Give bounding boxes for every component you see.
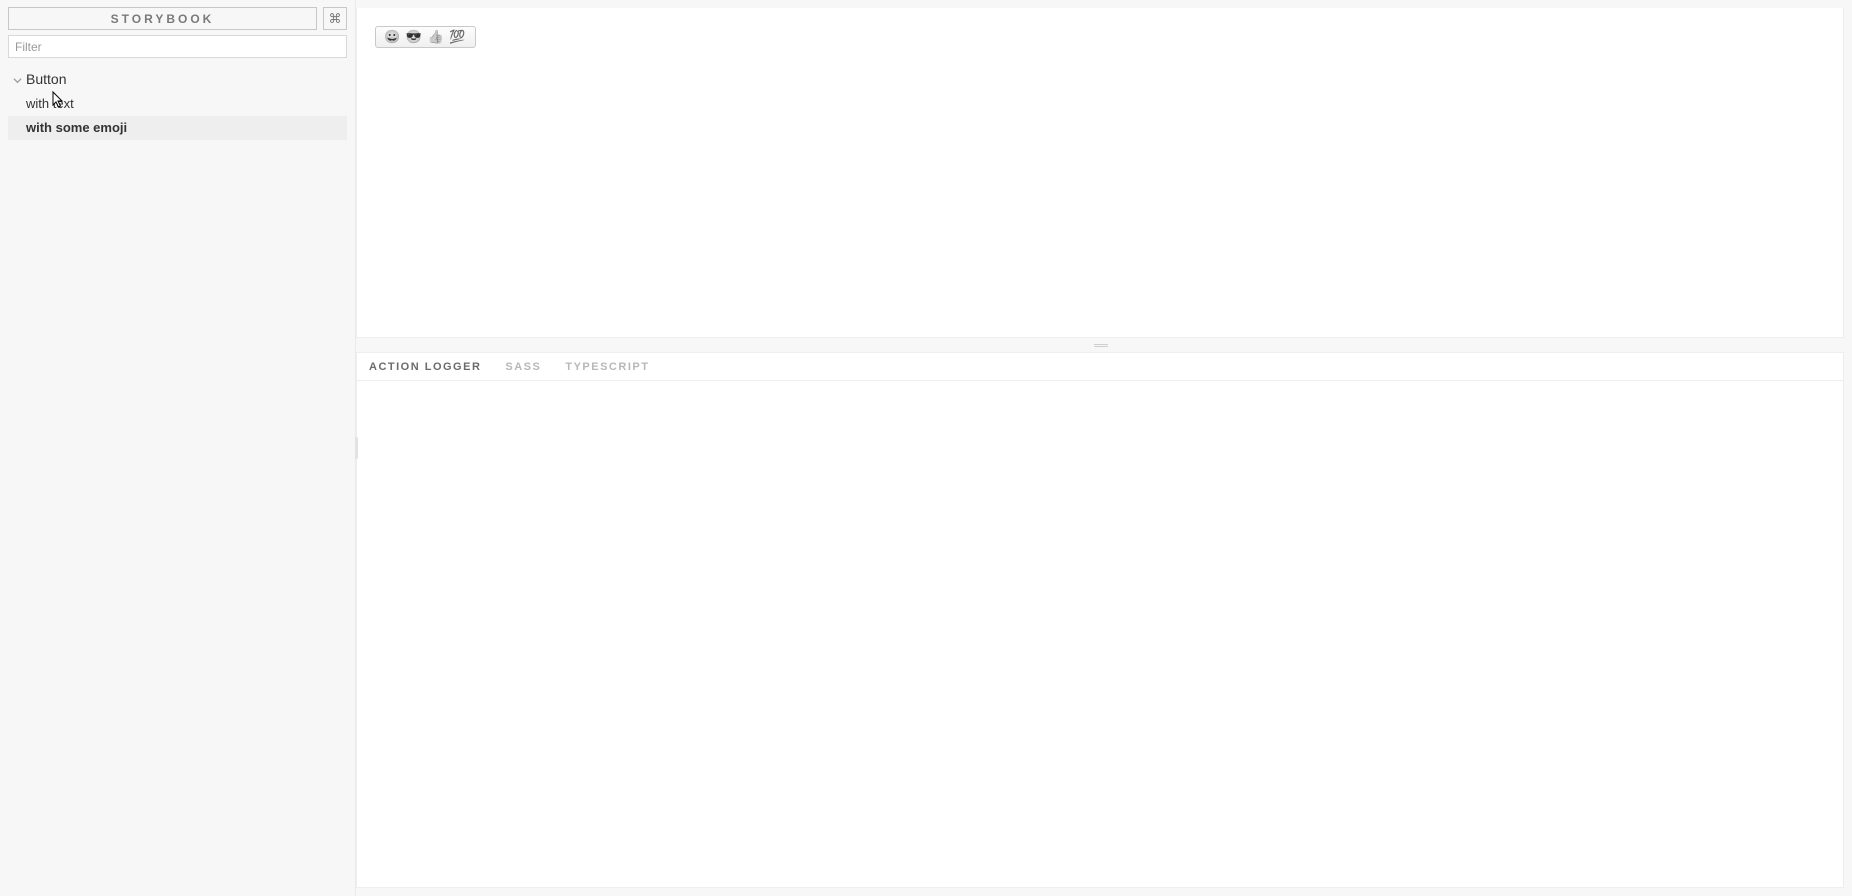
chevron-down-icon	[12, 75, 22, 85]
tree-story-label: with some emoji	[26, 120, 127, 135]
tab-typescript[interactable]: TYPESCRIPT	[565, 361, 649, 373]
addon-body	[357, 381, 1843, 887]
panel-resize-handle[interactable]	[356, 338, 1852, 352]
tab-sass[interactable]: SASS	[505, 361, 541, 373]
filter-input[interactable]	[8, 35, 347, 58]
main: 😀 😎 👍 💯 ACTION LOGGER SASS TYPESCRIPT	[356, 0, 1852, 896]
preview-pane: 😀 😎 👍 💯	[356, 8, 1844, 338]
command-icon: ⌘	[329, 11, 342, 27]
shortcuts-button[interactable]: ⌘	[323, 7, 347, 30]
sidebar: STORYBOOK ⌘ Button with text with some e…	[0, 0, 356, 896]
tree-group-button[interactable]: Button	[8, 68, 347, 90]
stories-tree: Button with text with some emoji	[8, 68, 347, 140]
tree-group-label: Button	[26, 71, 66, 87]
brand-button[interactable]: STORYBOOK	[8, 7, 317, 30]
tree-story-with-some-emoji[interactable]: with some emoji	[8, 116, 347, 140]
sidebar-resize-handle[interactable]	[355, 437, 358, 459]
addon-tabs: ACTION LOGGER SASS TYPESCRIPT	[357, 353, 1843, 381]
tree-story-with-text[interactable]: with text	[8, 92, 347, 116]
addons-pane: ACTION LOGGER SASS TYPESCRIPT	[356, 352, 1844, 888]
tree-stories: with text with some emoji	[8, 92, 347, 140]
emoji-button[interactable]: 😀 😎 👍 💯	[375, 26, 476, 48]
grip-icon	[1094, 344, 1114, 347]
tab-action-logger[interactable]: ACTION LOGGER	[369, 361, 481, 373]
sidebar-header: STORYBOOK ⌘	[8, 7, 347, 30]
tree-story-label: with text	[26, 96, 74, 111]
